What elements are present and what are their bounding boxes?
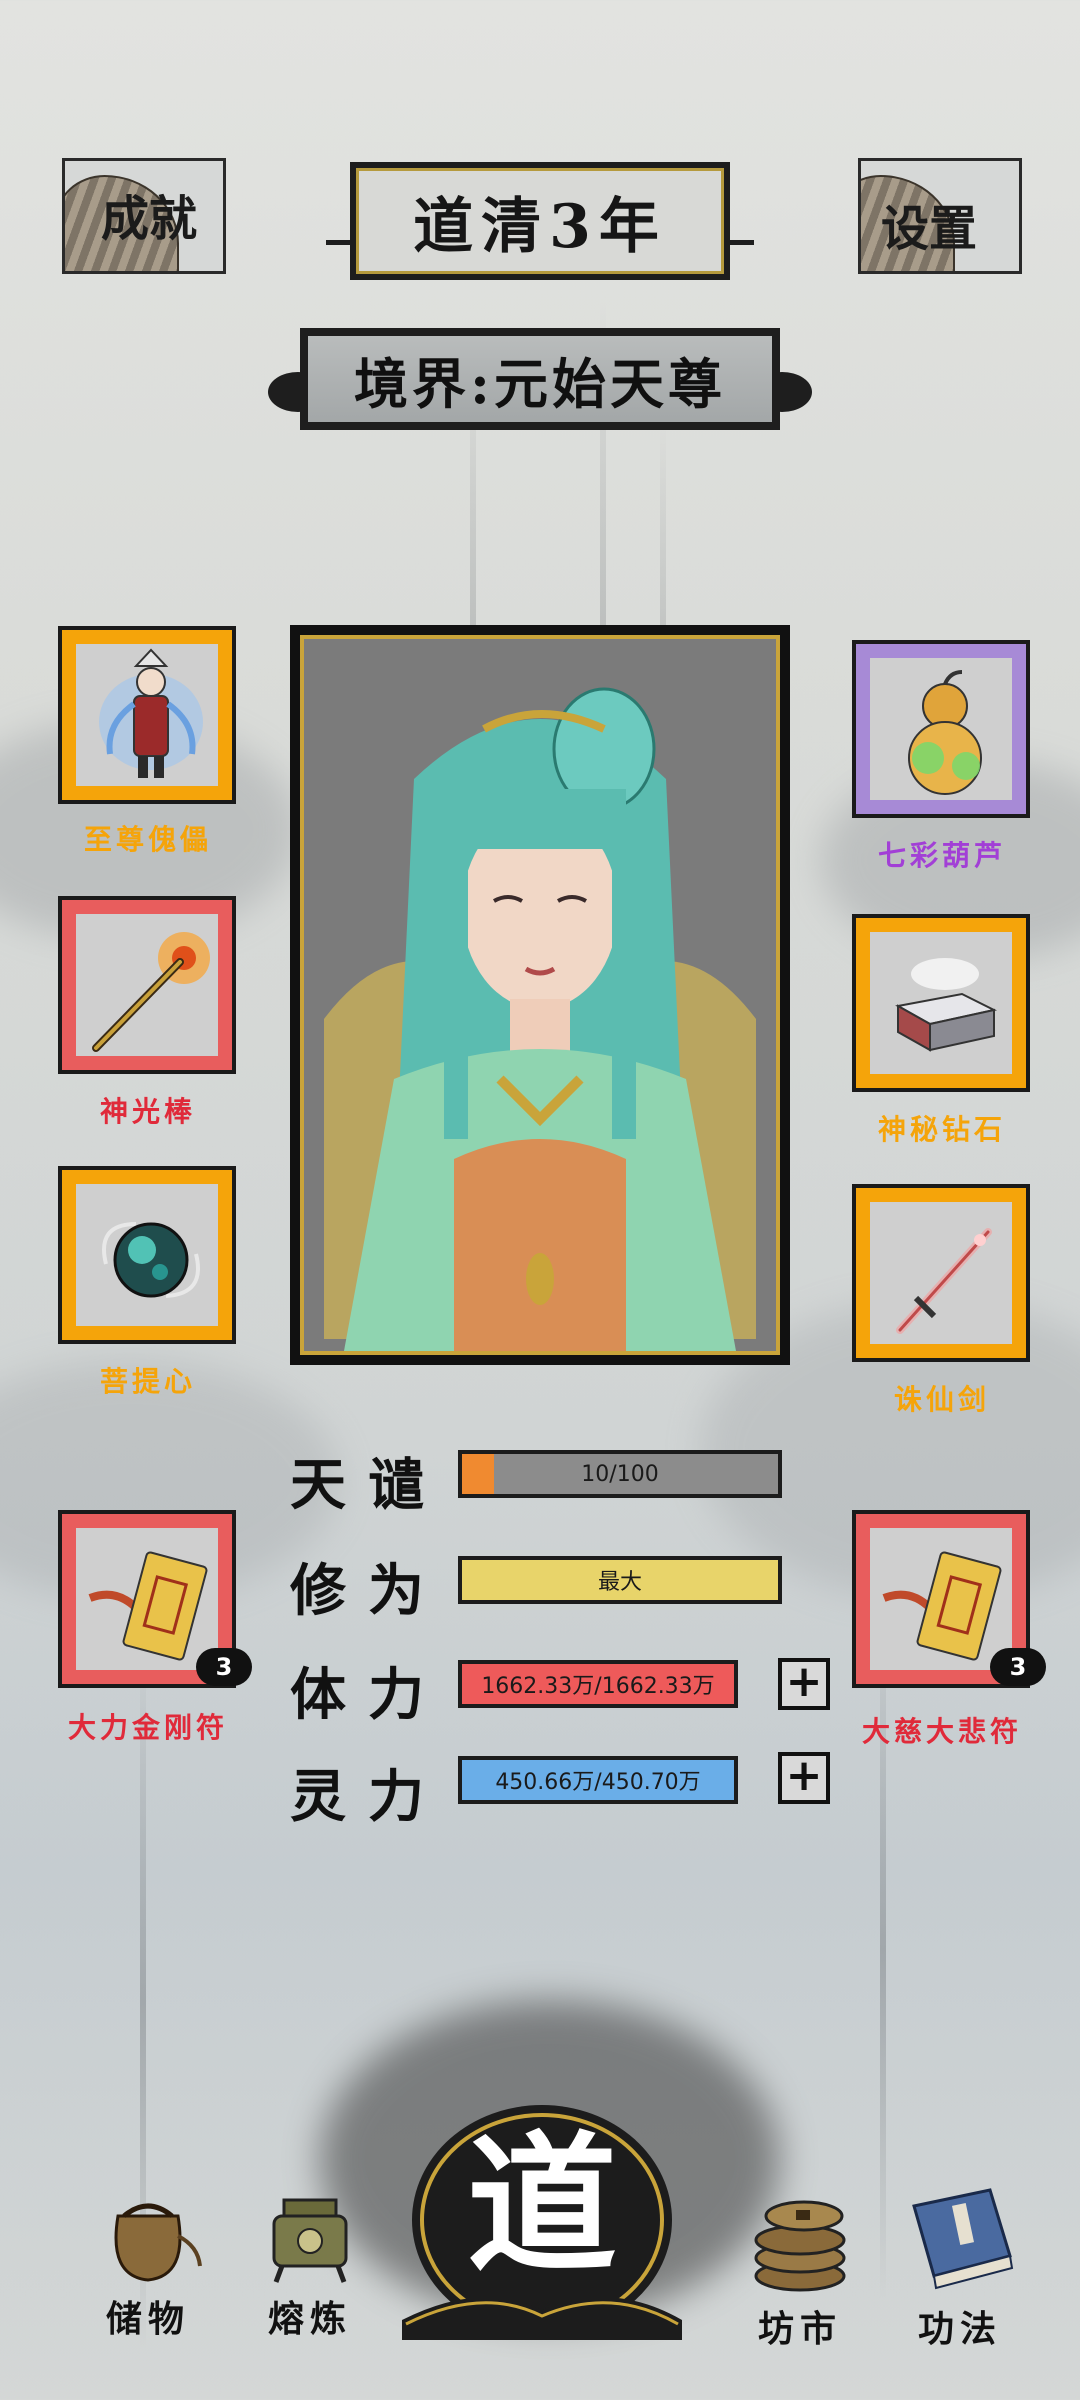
- year-title: 道清3年: [350, 162, 730, 280]
- ink-streak: [880, 1600, 886, 2300]
- achievements-label: 成就: [101, 191, 198, 247]
- brick-icon: [895, 958, 997, 1052]
- cauldron-icon: [272, 2198, 348, 2283]
- nav-market-label: 坊市: [757, 2308, 842, 2350]
- coins-icon: [754, 2200, 846, 2292]
- staff-icon: [92, 932, 210, 1052]
- xiuwei-value: 最大: [597, 1570, 642, 1595]
- orb-icon: [102, 1222, 200, 1298]
- nav-smelt-label: 熔炼: [267, 2298, 352, 2340]
- equip-slot-diamond[interactable]: [852, 914, 1030, 1092]
- equip-name-sword: 诛仙剑: [893, 1383, 990, 1416]
- nav-smelt[interactable]: 熔炼: [240, 2186, 380, 2342]
- equip-slot-gourd[interactable]: [852, 640, 1030, 818]
- nav-market[interactable]: 坊市: [730, 2176, 870, 2352]
- settings-button[interactable]: 设置: [858, 158, 1022, 274]
- talisman-name-mercy: 大慈大悲符: [861, 1715, 1022, 1748]
- xiuwei-bar: 最大: [458, 1556, 782, 1604]
- realm-label: 境界:元始天尊: [300, 328, 780, 430]
- stat-label-tili: 体力: [290, 1662, 446, 1728]
- tianqian-value: 10/100: [581, 1461, 659, 1487]
- nav-technique[interactable]: 功法: [890, 2176, 1030, 2352]
- achievements-button[interactable]: 成就: [62, 158, 226, 274]
- settings-label: 设置: [881, 201, 978, 257]
- talisman-count-badge: 3: [196, 1648, 252, 1686]
- tili-plus-button[interactable]: +: [778, 1658, 830, 1710]
- tianqian-bar: 10/100: [458, 1450, 782, 1498]
- book-icon: [912, 2188, 1014, 2290]
- nav-technique-label: 功法: [917, 2308, 1002, 2350]
- lingli-plus-button[interactable]: +: [778, 1752, 830, 1804]
- nav-storage-label: 储物: [105, 2298, 190, 2340]
- equip-name-diamond: 神秘钻石: [877, 1113, 1006, 1146]
- equip-slot-puppet[interactable]: [58, 626, 236, 804]
- nav-dao-label: 道: [466, 2117, 617, 2293]
- lingli-bar: 450.66万/450.70万: [458, 1756, 738, 1804]
- equip-slot-bodhi[interactable]: [58, 1166, 236, 1344]
- stat-label-tianqian: 天谴: [290, 1452, 446, 1518]
- tili-bar: 1662.33万/1662.33万: [458, 1660, 738, 1708]
- nav-dao-button[interactable]: 道: [392, 2080, 692, 2350]
- talisman-name-vajra: 大力金刚符: [67, 1711, 228, 1744]
- talisman-count-badge: 3: [990, 1648, 1046, 1686]
- equip-name-gourd: 七彩葫芦: [877, 839, 1006, 872]
- stat-label-xiuwei: 修为: [290, 1558, 446, 1624]
- gourd-icon: [908, 670, 982, 795]
- equip-name-puppet: 至尊傀儡: [83, 823, 212, 856]
- sword-icon: [896, 1228, 992, 1334]
- equip-slot-sword[interactable]: [852, 1184, 1030, 1362]
- pouch-icon: [114, 2203, 202, 2282]
- equip-name-bodhi: 菩提心: [99, 1365, 196, 1398]
- tili-value: 1662.33万/1662.33万: [481, 1674, 715, 1699]
- tianqian-bar-fill: [462, 1454, 494, 1494]
- lingli-value: 450.66万/450.70万: [495, 1770, 701, 1795]
- nav-storage[interactable]: 储物: [78, 2176, 218, 2342]
- stat-label-lingli: 灵力: [290, 1764, 446, 1830]
- character-figure: [304, 639, 776, 1351]
- equip-slot-staff[interactable]: [58, 896, 236, 1074]
- equip-name-staff: 神光棒: [99, 1095, 196, 1128]
- character-portrait[interactable]: [290, 625, 790, 1365]
- puppet-icon: [99, 648, 203, 778]
